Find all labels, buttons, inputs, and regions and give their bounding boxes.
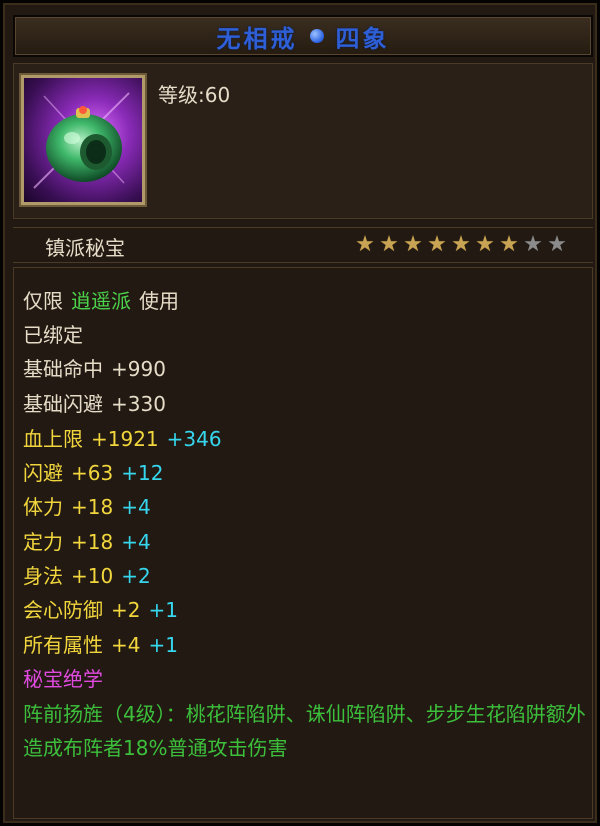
stat-name: 所有属性 <box>23 633 103 657</box>
tier-dot-icon <box>309 29 324 43</box>
stat-row: 血上限 +1921 +346 <box>23 424 222 454</box>
stat-name: 身法 <box>23 564 63 588</box>
bound-status: 已绑定 <box>23 323 83 347</box>
stat-bonus: +4 <box>121 530 151 554</box>
restriction-suffix: 使用 <box>139 289 179 313</box>
stat-bonus: +4 <box>121 495 151 519</box>
stat-value: +10 <box>71 564 114 588</box>
item-icon-frame <box>19 73 147 207</box>
item-rarity: 镇派秘宝 <box>45 236 125 260</box>
stat-bonus: +2 <box>121 564 151 588</box>
restriction-sect: 逍遥派 <box>71 289 131 313</box>
jade-ring-icon <box>24 78 142 202</box>
stat-value: +63 <box>71 461 114 485</box>
star-filled-icon: ★ <box>475 232 495 257</box>
stat-name: 会心防御 <box>23 598 103 622</box>
stat-value: +18 <box>71 495 114 519</box>
star-filled-icon: ★ <box>355 232 375 257</box>
stat-value: +4 <box>111 633 141 657</box>
star-filled-icon: ★ <box>379 232 399 257</box>
stat-name: 血上限 <box>23 427 83 451</box>
sect-restriction: 仅限 逍遥派 使用 <box>23 286 179 316</box>
item-name: 无相戒 <box>216 23 298 53</box>
stat-row: 定力 +18 +4 <box>23 527 151 557</box>
stat-value: +18 <box>71 530 114 554</box>
stat-value: +2 <box>111 598 141 622</box>
item-tier: 四象 <box>335 23 390 53</box>
restriction-prefix: 仅限 <box>23 289 63 313</box>
stat-row: 体力 +18 +4 <box>23 492 151 522</box>
stat-name: 体力 <box>23 495 63 519</box>
base-stat-row: 基础闪避 +330 <box>23 389 166 419</box>
base-stat-value: +990 <box>111 357 166 381</box>
stat-row: 闪避 +63 +12 <box>23 458 163 488</box>
stat-name: 闪避 <box>23 461 63 485</box>
stat-row: 身法 +10 +2 <box>23 561 151 591</box>
base-stat-row: 基础命中 +990 <box>23 354 166 384</box>
stat-name: 定力 <box>23 530 63 554</box>
skill-description: 阵前扬旌（4级）：桃花阵陷阱、诛仙阵陷阱、步步生花陷阱额外造成布阵者18%普通攻… <box>23 702 586 760</box>
skill-header: 秘宝绝学 <box>23 667 103 691</box>
star-rating: ★ ★ ★ ★ ★ ★ ★ ★ ★ <box>353 232 569 258</box>
star-filled-icon: ★ <box>451 232 471 257</box>
star-filled-icon: ★ <box>499 232 519 257</box>
base-stat-name: 基础闪避 <box>23 392 103 416</box>
star-empty-icon: ★ <box>547 232 567 257</box>
title-bar: 无相戒 四象 <box>13 15 593 57</box>
star-filled-icon: ★ <box>427 232 447 257</box>
stat-bonus: +12 <box>121 461 164 485</box>
stat-bonus: +346 <box>166 427 222 451</box>
stat-row: 会心防御 +2 +1 <box>23 595 178 625</box>
stat-bonus: +1 <box>148 633 178 657</box>
item-tooltip-panel: 无相戒 四象 等级:60 镇派秘宝 ★ ★ ★ ★ ★ ★ ★ ★ ★ 仅限 逍… <box>0 0 600 826</box>
star-empty-icon: ★ <box>523 232 543 257</box>
stat-row: 所有属性 +4 +1 <box>23 630 178 660</box>
base-stat-value: +330 <box>111 392 166 416</box>
base-stat-name: 基础命中 <box>23 357 103 381</box>
star-filled-icon: ★ <box>403 232 423 257</box>
stat-value: +1921 <box>91 427 159 451</box>
item-level: 等级:60 <box>158 83 231 107</box>
stat-bonus: +1 <box>148 598 178 622</box>
